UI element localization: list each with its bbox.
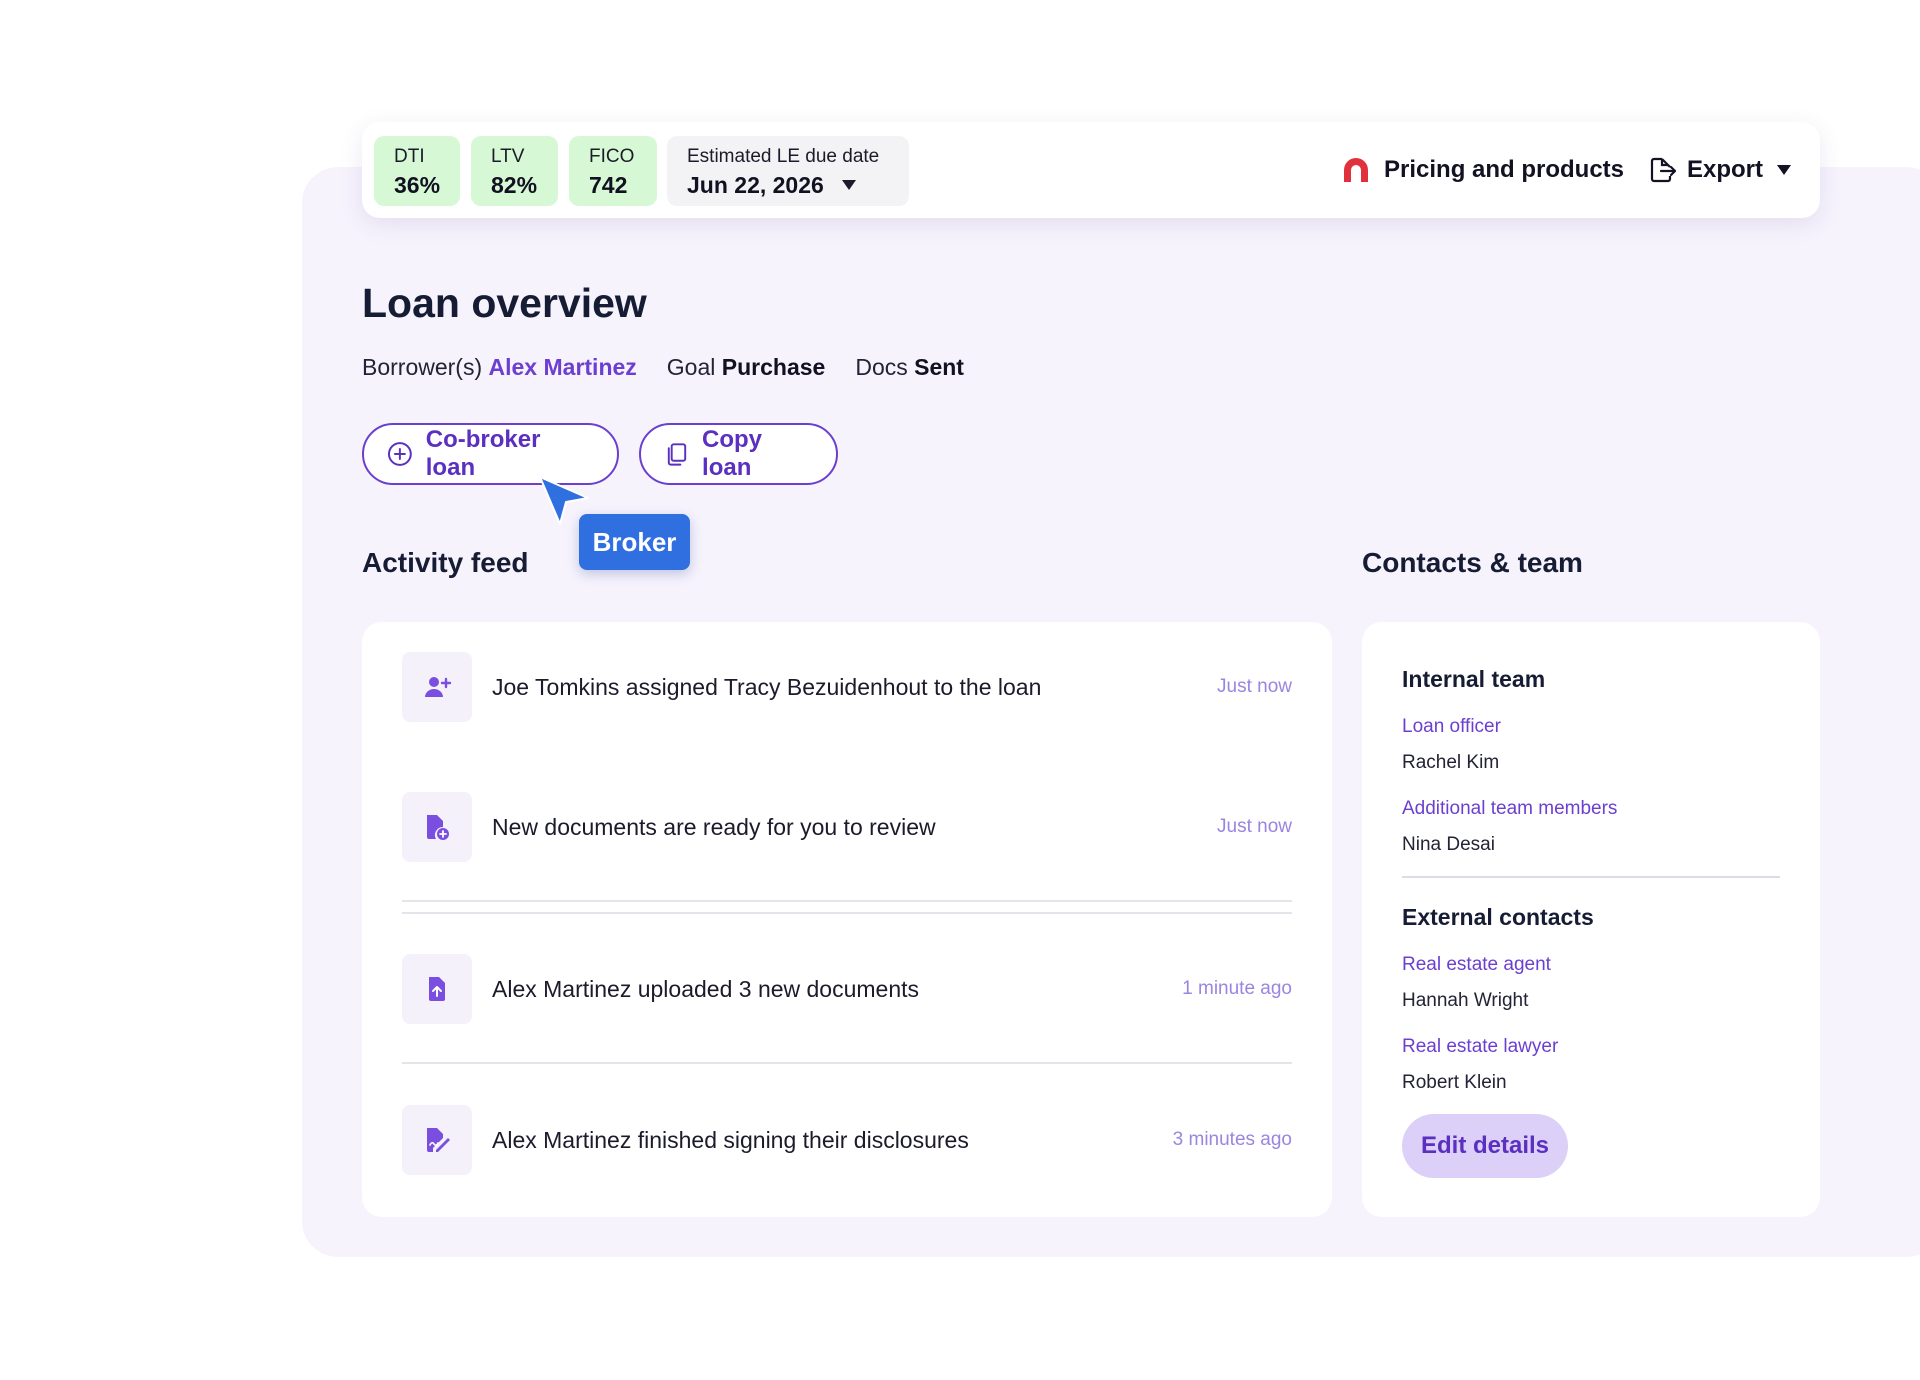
activity-timestamp: Just now: [1217, 816, 1292, 837]
real-estate-lawyer-role[interactable]: Real estate lawyer: [1402, 1036, 1558, 1058]
document-upload-icon: [402, 954, 472, 1024]
pricing-logo-icon: [1344, 158, 1368, 182]
broker-tooltip: Broker: [579, 514, 690, 570]
copy-loan-button[interactable]: Copy loan: [639, 423, 838, 485]
loan-officer-name: Rachel Kim: [1402, 752, 1500, 773]
borrower-link[interactable]: Alex Martinez: [489, 354, 637, 380]
copy-loan-label: Copy loan: [702, 426, 763, 481]
contacts-team-card: Internal team Loan officer Rachel Kim Ad…: [1362, 622, 1820, 1217]
document-sign-icon: [402, 1105, 472, 1175]
dti-chip: DTI 36%: [374, 136, 460, 206]
activity-timestamp: 3 minutes ago: [1172, 1129, 1292, 1150]
ltv-label: LTV: [491, 146, 525, 167]
page-title: Loan overview: [362, 280, 647, 326]
export-label: Export: [1687, 156, 1764, 183]
list-item[interactable]: New documents are ready for you to revie…: [402, 792, 1292, 862]
borrower-key: Borrower(s): [362, 354, 483, 380]
pricing-and-products-label: Pricing and products: [1384, 156, 1625, 183]
ltv-chip: LTV 82%: [471, 136, 558, 206]
activity-timestamp: 1 minute ago: [1182, 978, 1292, 999]
le-due-date-value: Jun 22, 2026: [687, 172, 824, 198]
docs-key: Docs: [855, 354, 908, 380]
chevron-down-icon: [1777, 165, 1792, 175]
edit-details-button[interactable]: Edit details: [1402, 1114, 1568, 1178]
divider: [402, 912, 1292, 914]
activity-feed-heading: Activity feed: [362, 547, 529, 578]
dti-label: DTI: [394, 146, 425, 167]
activity-text: Joe Tomkins assigned Tracy Bezuidenhout …: [492, 673, 1042, 700]
goal-value: Purchase: [721, 354, 826, 380]
internal-team-heading: Internal team: [1402, 666, 1546, 692]
le-due-date-label: Estimated LE due date: [687, 146, 880, 167]
pricing-and-products-button[interactable]: Pricing and products: [1340, 152, 1624, 188]
borrower-field: Borrower(s) Alex Martinez: [362, 354, 637, 381]
dti-value: 36%: [394, 172, 441, 198]
docs-field: Docs Sent: [855, 354, 964, 381]
fico-value: 742: [589, 172, 628, 198]
ltv-value: 82%: [491, 172, 538, 198]
chevron-down-icon: [841, 180, 856, 190]
export-icon: [1650, 157, 1677, 183]
activity-text: New documents are ready for you to revie…: [492, 813, 936, 840]
external-contacts-heading: External contacts: [1402, 904, 1594, 930]
plus-circle-icon: [387, 442, 412, 466]
loan-officer-role[interactable]: Loan officer: [1402, 716, 1501, 738]
contacts-team-heading: Contacts & team: [1362, 547, 1583, 578]
fico-chip: FICO 742: [569, 136, 657, 206]
le-due-date-dropdown[interactable]: Estimated LE due date Jun 22, 2026: [667, 136, 909, 206]
user-plus-icon: [402, 652, 472, 722]
real-estate-lawyer-name: Robert Klein: [1402, 1072, 1507, 1093]
additional-team-member-name: Nina Desai: [1402, 834, 1495, 855]
activity-text: Alex Martinez uploaded 3 new documents: [492, 975, 920, 1002]
list-item[interactable]: Joe Tomkins assigned Tracy Bezuidenhout …: [402, 652, 1292, 722]
additional-team-members-role[interactable]: Additional team members: [1402, 798, 1617, 820]
docs-value: Sent: [914, 354, 964, 380]
fico-label: FICO: [589, 146, 635, 167]
goal-key: Goal: [666, 354, 716, 380]
divider: [402, 900, 1292, 902]
list-item[interactable]: Alex Martinez uploaded 3 new documents 1…: [402, 954, 1292, 1024]
list-item[interactable]: Alex Martinez finished signing their dis…: [402, 1105, 1292, 1175]
divider: [1402, 876, 1780, 878]
real-estate-agent-role[interactable]: Real estate agent: [1402, 954, 1551, 976]
divider: [402, 1062, 1292, 1064]
goal-field: Goal Purchase: [667, 354, 826, 381]
export-button[interactable]: Export: [1647, 152, 1792, 188]
real-estate-agent-name: Hannah Wright: [1402, 990, 1529, 1011]
loan-meta-row: Borrower(s) Alex Martinez Goal Purchase …: [362, 354, 964, 381]
activity-timestamp: Just now: [1217, 676, 1292, 697]
loan-metrics-bar: DTI 36% LTV 82% FICO 742 Estimated LE du…: [362, 122, 1820, 218]
activity-feed-card: Joe Tomkins assigned Tracy Bezuidenhout …: [362, 622, 1332, 1217]
activity-text: Alex Martinez finished signing their dis…: [492, 1126, 969, 1153]
copy-icon: [667, 443, 687, 466]
document-add-icon: [402, 792, 472, 862]
